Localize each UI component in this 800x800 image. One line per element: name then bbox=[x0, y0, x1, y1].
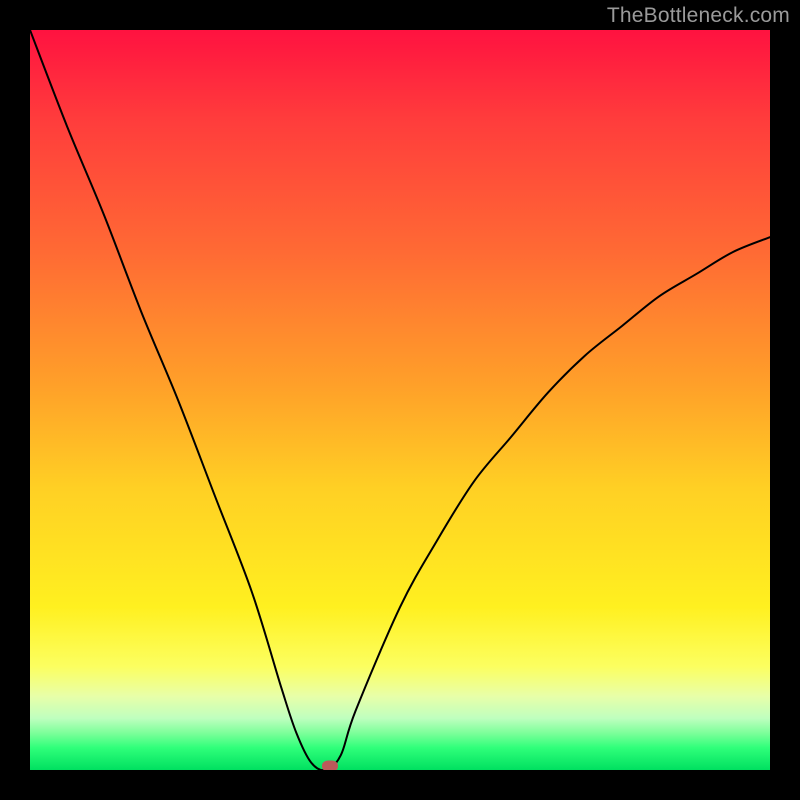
optimum-marker bbox=[322, 761, 338, 770]
chart-frame: TheBottleneck.com bbox=[0, 0, 800, 800]
plot-area bbox=[30, 30, 770, 770]
curve-path bbox=[30, 30, 770, 770]
watermark-text: TheBottleneck.com bbox=[607, 4, 790, 28]
bottleneck-curve bbox=[30, 30, 770, 770]
